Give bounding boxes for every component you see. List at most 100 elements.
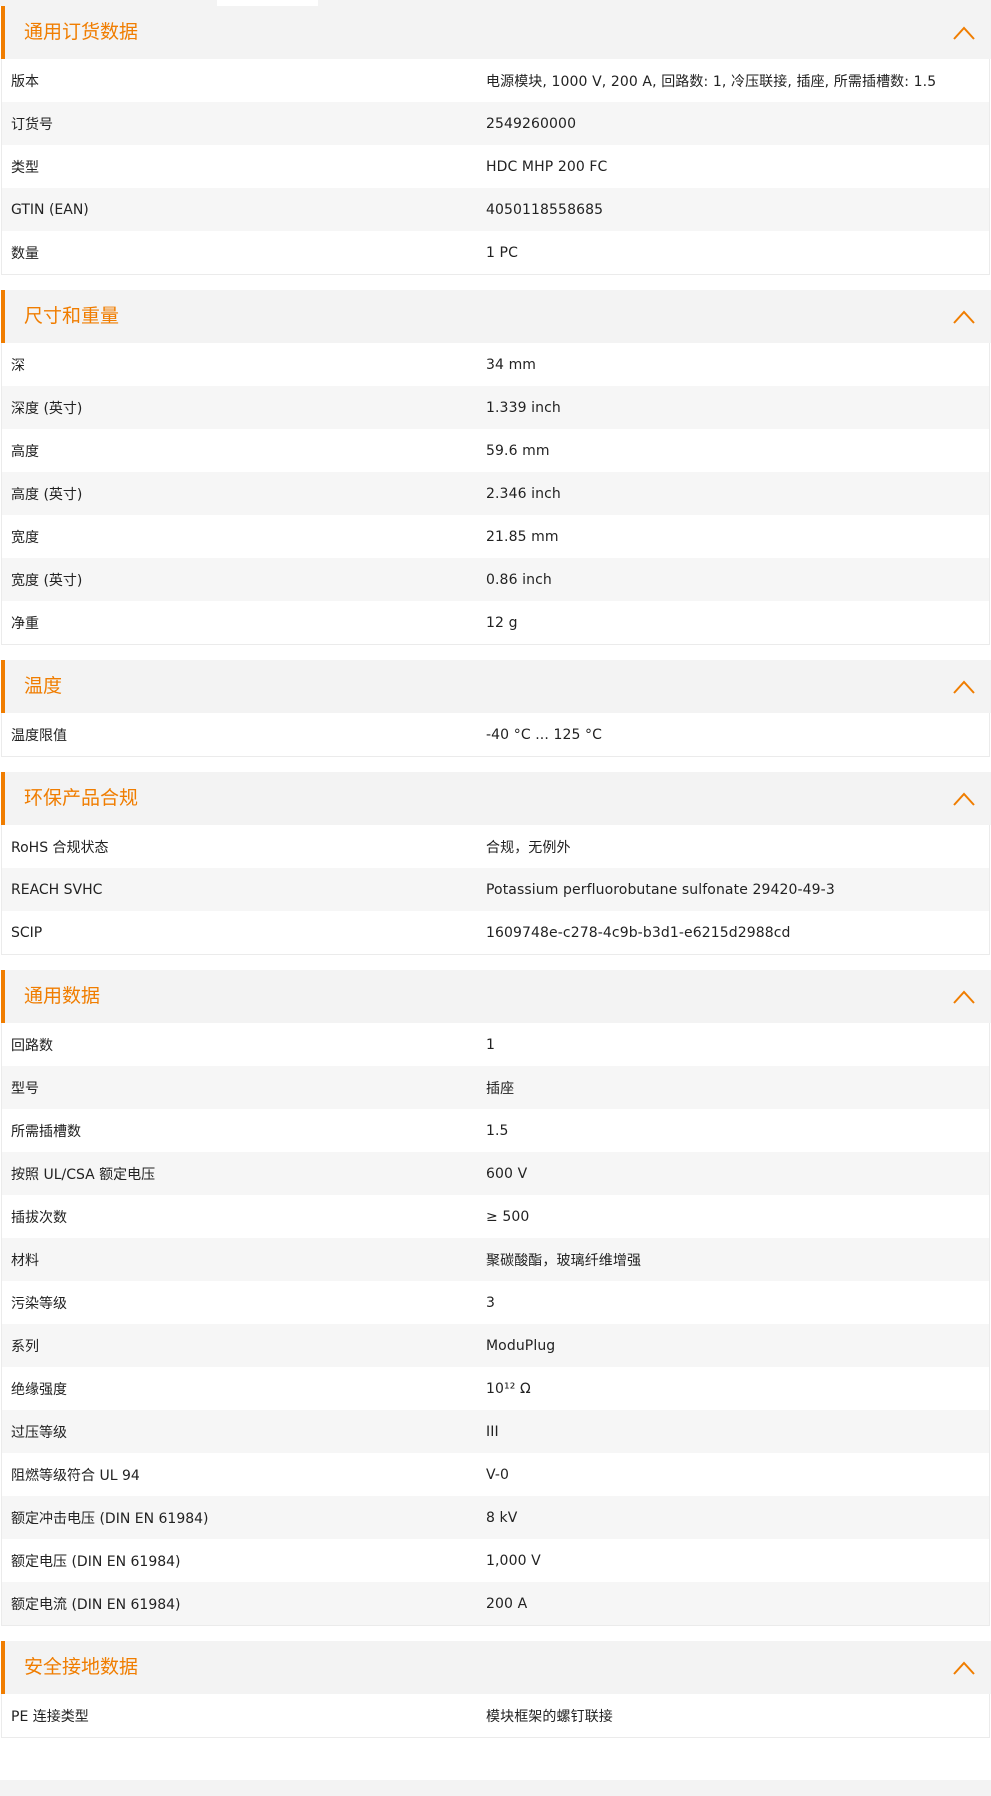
table-row: 额定电流 (DIN EN 61984) 200 A [2,1582,989,1625]
row-value: 3 [486,1294,496,1311]
spec-table: PE 连接类型 模块框架的螺钉联接 [1,1694,990,1738]
row-label: 所需插槽数 [11,1123,81,1140]
table-row: SCIP 1609748e-c278-4c9b-b3d1-e6215d2988cd [2,911,989,954]
spec-section: 通用订货数据版本 电源模块, 1000 V, 200 A, 回路数: 1, 冷压联… [0,6,991,275]
table-row: PE 连接类型 模块框架的螺钉联接 [2,1694,989,1737]
row-value: 21.85 mm [486,528,559,545]
row-value: Potassium perfluorobutane sulfonate 2942… [486,881,835,898]
row-value: 1 [486,1036,496,1053]
row-label: RoHS 合规状态 [11,839,109,856]
table-row: 温度限值 -40 °C ... 125 °C [2,713,989,756]
table-row: 深度 (英寸) 1.339 inch [2,386,989,429]
section-header-toggle[interactable]: 温度 [1,660,991,713]
table-row: 订货号 2549260000 [2,102,989,145]
row-label: 污染等级 [11,1295,67,1312]
row-value: 59.6 mm [486,442,550,459]
row-value: V-0 [486,1466,510,1483]
row-value: 模块框架的螺钉联接 [486,1708,613,1725]
spec-table: RoHS 合规状态 合规，无例外 REACH SVHC Potassium perfl… [1,825,990,955]
section-title: 尺寸和重量 [24,305,120,327]
section-header-toggle[interactable]: 环保产品合规 [1,772,991,825]
spec-table: 回路数 1 型号 插座 所需插槽数 1.5 按照 UL/CSA 额定电压 600 V 插拔次数 ≥… [1,1023,990,1626]
row-label: 温度限值 [11,727,67,744]
section-title: 通用数据 [24,985,101,1007]
chevron-up-icon[interactable] [953,309,975,324]
table-row: 数量 1 PC [2,231,989,274]
table-row: RoHS 合规状态 合规，无例外 [2,825,989,868]
table-row: 额定冲击电压 (DIN EN 61984) 8 kV [2,1496,989,1539]
spec-section: 安全接地数据 PE 连接类型 模块框架的螺钉联接 [0,1641,991,1738]
row-value: 1609748e-c278-4c9b-b3d1-e6215d2988cd [486,924,791,941]
row-label: GTIN (EAN) [11,201,89,218]
table-row: 宽度 21.85 mm [2,515,989,558]
row-value: 1.5 [486,1122,509,1139]
row-label: 类型 [11,159,39,176]
row-value: ≥ 500 [486,1208,530,1225]
spec-table: 温度限值 -40 °C ... 125 °C [1,713,990,757]
row-label: 深度 (英寸) [11,400,83,417]
table-row: 插拔次数 ≥ 500 [2,1195,989,1238]
row-label: 额定电压 (DIN EN 61984) [11,1553,181,1570]
table-row: 型号 插座 [2,1066,989,1109]
row-label: 额定电流 (DIN EN 61984) [11,1596,181,1613]
section-header-toggle[interactable]: 尺寸和重量 [1,290,991,343]
section-header-toggle[interactable]: 通用订货数据 [1,6,991,59]
table-row: 额定电压 (DIN EN 61984) 1,000 V [2,1539,989,1582]
row-label: 高度 (英寸) [11,486,83,503]
row-value: 聚碳酸酯，玻璃纤维增强 [486,1252,642,1269]
row-label: 型号 [11,1080,39,1097]
spec-sections: 通用订货数据版本 电源模块, 1000 V, 200 A, 回路数: 1, 冷压联… [0,6,991,1753]
row-label: 材料 [11,1252,39,1269]
row-label: 回路数 [11,1037,53,1054]
chevron-up-icon[interactable] [953,989,975,1004]
table-row: 类型 HDC MHP 200 FC [2,145,989,188]
row-label: 系列 [11,1338,39,1355]
table-row: 宽度 (英寸) 0.86 inch [2,558,989,601]
row-label: 净重 [11,615,39,632]
spec-table: 深 34 mm 深度 (英寸) 1.339 inch 高度 59.6 mm 高度 (英寸) 2… [1,343,990,645]
table-row: 污染等级 3 [2,1281,989,1324]
row-label: 按照 UL/CSA 额定电压 [11,1166,156,1183]
chevron-up-icon[interactable] [953,791,975,806]
table-row: 深 34 mm [2,343,989,386]
table-row: GTIN (EAN) 4050118558685 [2,188,989,231]
table-row: 材料 聚碳酸酯，玻璃纤维增强 [2,1238,989,1281]
row-label: 阻燃等级符合 UL 94 [11,1467,140,1484]
table-row: REACH SVHC Potassium perfluorobutane sulf… [2,868,989,911]
section-header-toggle[interactable]: 安全接地数据 [1,1641,991,1694]
chevron-up-icon[interactable] [953,1660,975,1675]
chevron-up-icon[interactable] [953,679,975,694]
row-value: ModuPlug [486,1337,556,1354]
section-title: 温度 [24,675,63,697]
row-value: 1.339 inch [486,399,561,416]
row-label: 宽度 (英寸) [11,572,83,589]
section-header-toggle[interactable]: 通用数据 [1,970,991,1023]
row-value: III [486,1423,499,1440]
row-label: 过压等级 [11,1424,67,1441]
section-title: 通用订货数据 [24,21,139,43]
table-row: 回路数 1 [2,1023,989,1066]
row-value: 12 g [486,614,518,631]
row-value: 200 A [486,1595,528,1612]
table-row: 过压等级 III [2,1410,989,1453]
row-value: 1,000 V [486,1552,541,1569]
row-label: 宽度 [11,529,39,546]
table-row: 净重 12 g [2,601,989,644]
row-value: 10¹² Ω [486,1380,531,1397]
row-value: -40 °C ... 125 °C [486,726,602,743]
section-title: 安全接地数据 [24,1656,139,1678]
row-label: 订货号 [11,116,53,133]
row-label: 数量 [11,245,39,262]
row-label: 额定冲击电压 (DIN EN 61984) [11,1510,209,1527]
spec-section: 通用数据 回路数 1 型号 插座 所需插槽数 1.5 按照 UL/CSA 额定电压 600 V 插… [0,970,991,1626]
table-row: 高度 (英寸) 2.346 inch [2,472,989,515]
table-row: 阻燃等级符合 UL 94 V-0 [2,1453,989,1496]
spec-table: 版本 电源模块, 1000 V, 200 A, 回路数: 1, 冷压联接, 插座,… [1,59,990,275]
section-title: 环保产品合规 [24,787,139,809]
row-label: REACH SVHC [11,881,103,898]
table-row: 系列 ModuPlug [2,1324,989,1367]
row-value: 电源模块, 1000 V, 200 A, 回路数: 1, 冷压联接, 插座, 所… [486,73,937,90]
spec-section: 温度温度限值 -40 °C ... 125 °C [0,660,991,757]
chevron-up-icon[interactable] [953,25,975,40]
row-label: 深 [11,357,25,374]
